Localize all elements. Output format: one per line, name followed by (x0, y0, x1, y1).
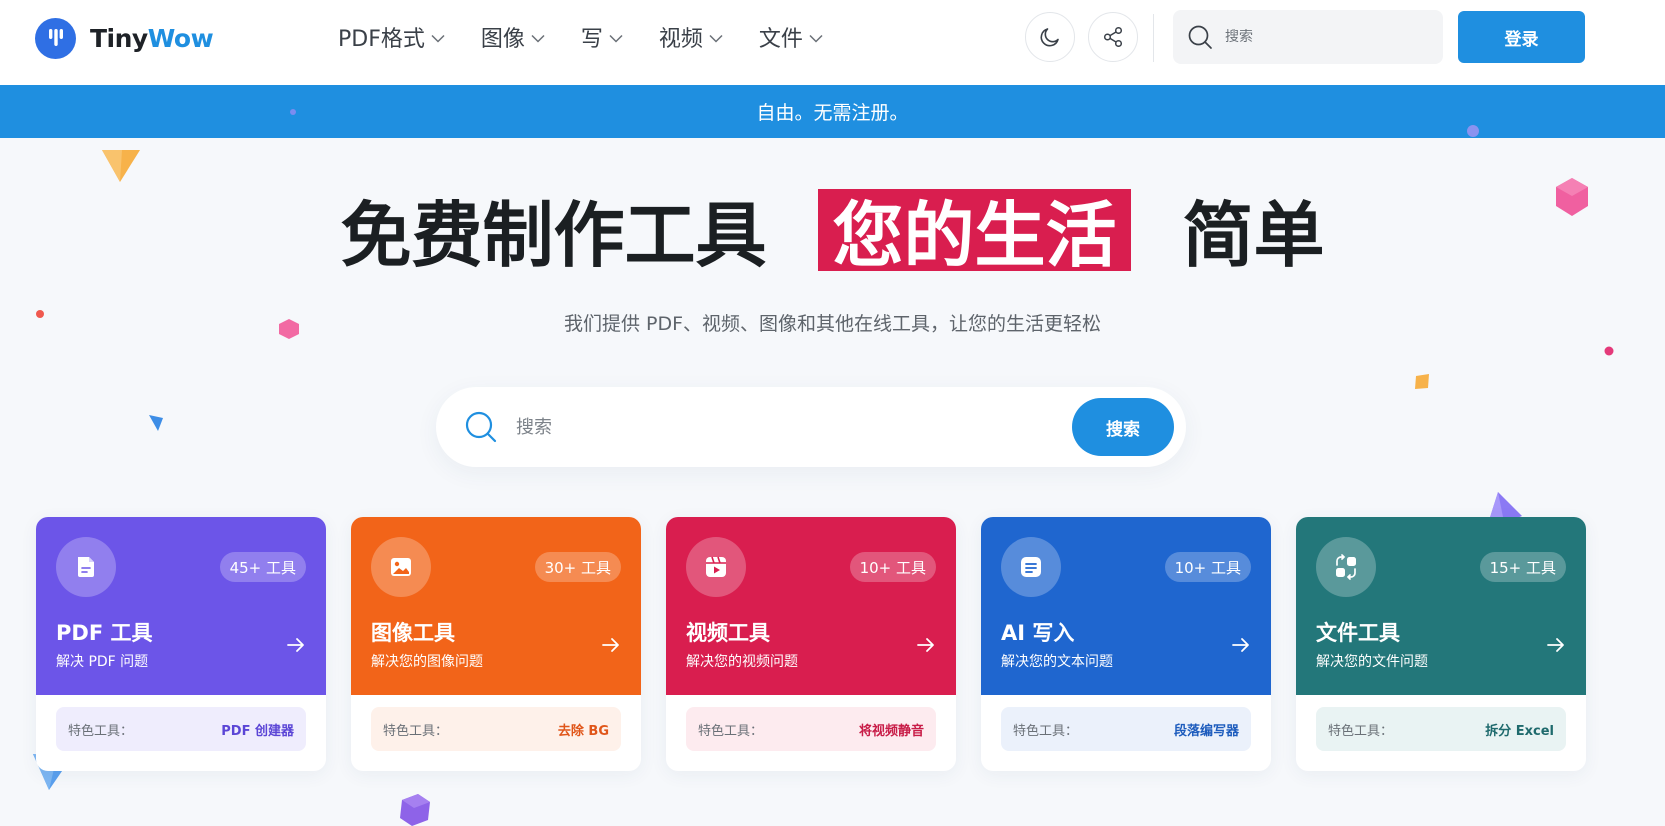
file-convert-icon (1316, 537, 1376, 597)
hero-title-highlight: 您的生活 (818, 189, 1131, 277)
decorative-shape (1467, 125, 1479, 137)
tool-count-badge: 10+ 工具 (1164, 552, 1251, 582)
chevron-down-icon (431, 34, 445, 43)
category-card-image[interactable]: 30+ 工具 图像工具 解决您的图像问题 特色工具： 去除 BG (351, 517, 641, 771)
nav-item-label: 视频 (658, 27, 703, 52)
featured-tool-label: 特色工具： (1013, 723, 1079, 739)
decorative-shape (1604, 346, 1614, 356)
login-button[interactable]: 登录 (1458, 11, 1585, 63)
nav-item-label: 写 (580, 27, 603, 52)
card-description: 解决您的文件问题 (1316, 654, 1428, 670)
dark-mode-toggle[interactable] (1025, 12, 1075, 62)
nav-item-file[interactable]: 文件 (759, 21, 823, 53)
moon-icon (1040, 28, 1059, 47)
featured-tool-name: 段落编写器 (1173, 723, 1239, 739)
featured-tool-name: PDF 创建器 (221, 723, 294, 739)
main-nav: PDF格式 图像 写 视频 文件 (338, 22, 823, 52)
text-doc-icon (1001, 537, 1061, 597)
category-card-pdf[interactable]: 45+ 工具 PDF 工具 解决 PDF 问题 特色工具： PDF 创建器 (36, 517, 326, 771)
tool-count-badge: 10+ 工具 (849, 552, 936, 582)
video-icon (686, 537, 746, 597)
category-card-file[interactable]: 15+ 工具 文件工具 解决您的文件问题 特色工具： 拆分 Excel (1296, 517, 1586, 771)
card-description: 解决您的视频问题 (686, 654, 798, 670)
header-search-input[interactable] (1225, 29, 1425, 45)
tool-count-badge: 15+ 工具 (1479, 552, 1566, 582)
featured-tool-name: 去除 BG (557, 723, 609, 739)
featured-tool-label: 特色工具： (698, 723, 764, 739)
nav-item-video[interactable]: 视频 (659, 21, 723, 53)
document-icon (56, 537, 116, 597)
nav-item-image[interactable]: 图像 (481, 21, 545, 53)
decorative-shape (1415, 374, 1429, 389)
card-description: 解决您的图像问题 (371, 654, 483, 670)
featured-tool-link[interactable]: 特色工具： 去除 BG (371, 707, 621, 751)
arrow-right-icon (1547, 638, 1564, 652)
card-title: AI 写入 (1001, 621, 1075, 645)
divider (1153, 14, 1154, 62)
share-icon (1103, 26, 1123, 48)
hero-title-right: 简单 (1182, 194, 1325, 277)
top-navigation-bar: TinyWow PDF格式 图像 写 视频 文件 搜索 登录 (0, 0, 1665, 85)
card-header: 45+ 工具 PDF 工具 解决 PDF 问题 (36, 517, 326, 695)
featured-tool-link[interactable]: 特色工具： 段落编写器 (1001, 707, 1251, 751)
tool-count-badge: 30+ 工具 (534, 552, 621, 582)
logo-icon (35, 17, 76, 59)
banner-text: 自由。无需注册。 (756, 102, 909, 124)
logo[interactable]: TinyWow (35, 17, 214, 59)
arrow-right-icon (917, 638, 934, 652)
nav-item-label: 图像 (480, 27, 525, 52)
category-card-ai-write[interactable]: 10+ 工具 AI 写入 解决您的文本问题 特色工具： 段落编写器 (981, 517, 1271, 771)
featured-tool-label: 特色工具： (68, 723, 134, 739)
card-title: 文件工具 (1316, 621, 1400, 645)
hero-title-left: 免费制作工具 (340, 194, 767, 277)
image-icon (371, 537, 431, 597)
promo-banner: 自由。无需注册。 (0, 85, 1665, 138)
decorative-shape (149, 415, 163, 431)
hero-title: 免费制作工具 您的生活 简单 (0, 184, 1665, 277)
header-search[interactable] (1173, 10, 1443, 64)
search-icon (1188, 25, 1212, 49)
chevron-down-icon (709, 34, 723, 43)
card-header: 10+ 工具 视频工具 解决您的视频问题 (666, 517, 956, 695)
chevron-down-icon (531, 34, 545, 43)
card-title: 视频工具 (686, 621, 770, 645)
share-button[interactable] (1088, 12, 1138, 62)
tool-count-badge: 45+ 工具 (219, 552, 306, 582)
card-header: 10+ 工具 AI 写入 解决您的文本问题 (981, 517, 1271, 695)
card-title: PDF 工具 (56, 621, 153, 645)
arrow-right-icon (287, 638, 304, 652)
nav-item-label: PDF格式 (338, 27, 425, 52)
featured-tool-label: 特色工具： (1328, 723, 1394, 739)
featured-tool-link[interactable]: 特色工具： 将视频静音 (686, 707, 936, 751)
hero-search-input[interactable] (516, 416, 1056, 438)
card-header: 15+ 工具 文件工具 解决您的文件问题 (1296, 517, 1586, 695)
chevron-down-icon (609, 34, 623, 43)
decorative-shape (102, 150, 140, 182)
card-description: 解决 PDF 问题 (56, 654, 149, 670)
logo-wordmark: TinyWow (90, 23, 214, 53)
featured-tool-link[interactable]: 特色工具： 拆分 Excel (1316, 707, 1566, 751)
tool-categories: 45+ 工具 PDF 工具 解决 PDF 问题 特色工具： PDF 创建器 30… (36, 517, 1586, 771)
featured-tool-name: 将视频静音 (858, 723, 924, 739)
hero-search-box[interactable]: 搜索 (436, 387, 1186, 467)
hero-search-button[interactable]: 搜索 (1072, 398, 1174, 456)
arrow-right-icon (1232, 638, 1249, 652)
decorative-shape (290, 109, 296, 115)
featured-tool-label: 特色工具： (383, 723, 449, 739)
card-description: 解决您的文本问题 (1001, 654, 1113, 670)
featured-tool-name: 拆分 Excel (1485, 723, 1554, 739)
hero-subtitle: 我们提供 PDF、视频、图像和其他在线工具，让您的生活更轻松 (563, 313, 1102, 335)
nav-item-label: 文件 (758, 27, 803, 52)
nav-item-write[interactable]: 写 (581, 21, 623, 53)
search-icon (465, 411, 497, 443)
card-title: 图像工具 (371, 621, 455, 645)
card-header: 30+ 工具 图像工具 解决您的图像问题 (351, 517, 641, 695)
nav-item-pdf[interactable]: PDF格式 (338, 21, 445, 53)
chevron-down-icon (809, 34, 823, 43)
featured-tool-link[interactable]: 特色工具： PDF 创建器 (56, 707, 306, 751)
category-card-video[interactable]: 10+ 工具 视频工具 解决您的视频问题 特色工具： 将视频静音 (666, 517, 956, 771)
arrow-right-icon (602, 638, 619, 652)
decorative-shape (400, 794, 430, 826)
